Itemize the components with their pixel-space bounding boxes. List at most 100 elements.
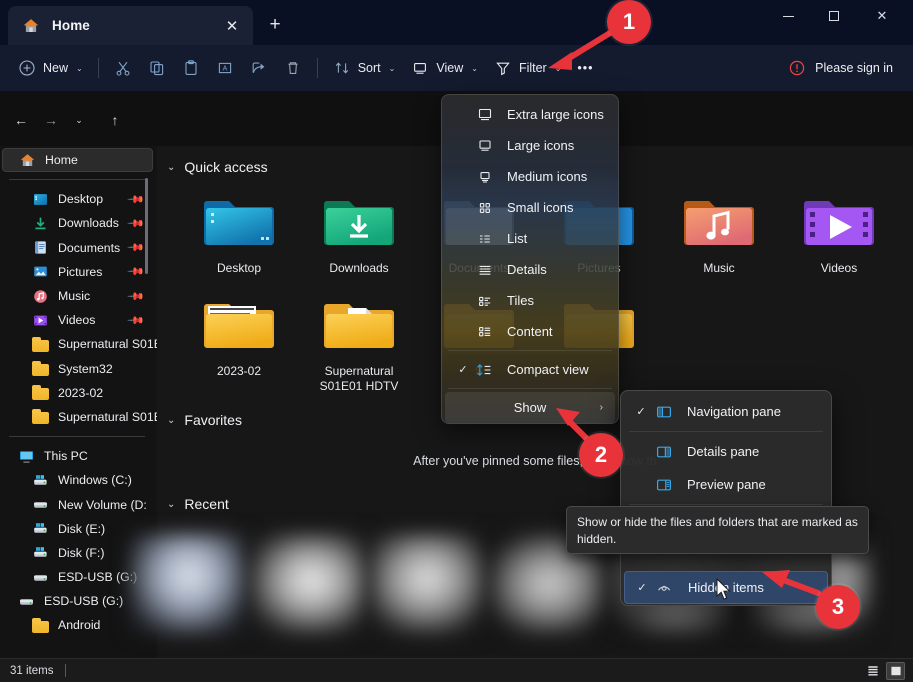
window-close-button[interactable]: ✕ — [859, 0, 905, 32]
filter-button[interactable]: Filter ⌄ — [486, 52, 569, 84]
sidebar-item-2023-02[interactable]: 2023-02 — [0, 381, 157, 405]
drive-icon — [32, 569, 49, 586]
menu-item-tiles[interactable]: Tiles — [445, 285, 615, 316]
sidebar-item-label: System32 — [58, 362, 113, 376]
menu-item-compact-view[interactable]: ✓ Compact view — [445, 354, 615, 385]
chevron-down-icon[interactable]: ⌄ — [167, 499, 175, 510]
sidebar-item-label: New Volume (D: — [58, 498, 147, 512]
show-submenu: ✓ Navigation pane Details pane Preview p… — [620, 390, 832, 606]
sidebar-scrollbar[interactable] — [145, 178, 148, 274]
sidebar-item-documents[interactable]: Documents 📌 — [0, 236, 157, 260]
view-button[interactable]: View ⌄ — [403, 52, 486, 84]
downloads-icon — [32, 215, 49, 232]
menu-item-medium-icons[interactable]: Medium icons — [445, 161, 615, 192]
folder-item-supernatural[interactable]: Supernatural S01E01 HDTV — [299, 294, 419, 394]
folder-label: Supernatural S01E01 HDTV — [304, 364, 414, 394]
pin-icon: 📌 — [127, 287, 146, 306]
menu-item-details[interactable]: Details — [445, 254, 615, 285]
folder-item-music[interactable]: Music — [659, 191, 779, 276]
share-button[interactable] — [242, 52, 276, 84]
sidebar-item-label: Music — [58, 289, 90, 303]
minimize-button[interactable] — [765, 0, 811, 32]
delete-button[interactable] — [276, 52, 310, 84]
details-view-button[interactable] — [886, 662, 905, 680]
details-icon — [475, 261, 497, 279]
submenu-item-navigation-pane[interactable]: ✓ Navigation pane — [624, 395, 828, 428]
item-count-label: 31 items — [10, 665, 53, 677]
sort-button[interactable]: Sort ⌄ — [325, 52, 404, 84]
view-toggle-group — [863, 662, 905, 680]
check-icon: ✓ — [451, 363, 475, 376]
recent-item-thumbnail[interactable] — [370, 534, 488, 634]
submenu-item-details-pane[interactable]: Details pane — [624, 435, 828, 468]
section-title: Recent — [184, 496, 228, 512]
chevron-down-icon[interactable]: ⌄ — [167, 415, 175, 426]
folder-item-videos[interactable]: Videos — [779, 191, 899, 276]
menu-item-show[interactable]: Show › — [445, 392, 615, 423]
desktop-icon — [32, 191, 49, 208]
up-button[interactable]: ↑ — [102, 107, 128, 133]
sort-icon — [333, 59, 351, 77]
sidebar-item-downloads[interactable]: Downloads 📌 — [0, 211, 157, 235]
chevron-down-icon: ⌄ — [389, 64, 396, 73]
menu-item-label: Large icons — [507, 138, 615, 153]
tab-home[interactable]: Home ✕ — [8, 6, 253, 45]
recent-locations-button[interactable]: ⌄ — [66, 107, 92, 133]
menu-item-label: Details — [507, 262, 615, 277]
sidebar-item-new-volume-d[interactable]: New Volume (D: — [0, 492, 157, 516]
sidebar-item-supernatural-2[interactable]: Supernatural S01E — [0, 405, 157, 429]
recent-item-thumbnail[interactable] — [250, 534, 368, 634]
sidebar-item-this-pc[interactable]: This PC — [0, 444, 157, 468]
divider — [317, 58, 318, 78]
sidebar-item-videos[interactable]: Videos 📌 — [0, 308, 157, 332]
submenu-item-preview-pane[interactable]: Preview pane — [624, 468, 828, 501]
monitor-md-icon — [475, 168, 497, 186]
sign-in-button[interactable]: Please sign in — [782, 52, 899, 84]
folder-label: 2023-02 — [184, 364, 294, 379]
section-title: Quick access — [184, 159, 267, 175]
annotation-badge-1: 1 — [607, 0, 651, 44]
alert-circle-icon — [788, 59, 806, 77]
new-button[interactable]: New ⌄ — [10, 52, 91, 84]
navigation-pane-icon — [654, 403, 676, 421]
sidebar-item-system32[interactable]: System32 — [0, 357, 157, 381]
trash-icon — [284, 59, 302, 77]
menu-item-label: Compact view — [507, 362, 615, 377]
share-icon — [250, 59, 268, 77]
menu-item-large-icons[interactable]: Large icons — [445, 130, 615, 161]
rename-button[interactable]: A — [208, 52, 242, 84]
sidebar-item-music[interactable]: Music 📌 — [0, 284, 157, 308]
list-view-button[interactable] — [863, 662, 882, 680]
forward-button[interactable]: → — [38, 107, 64, 133]
recent-item-thumbnail[interactable] — [130, 534, 248, 634]
copy-icon — [148, 59, 166, 77]
menu-item-extra-large-icons[interactable]: Extra large icons — [445, 99, 615, 130]
pin-icon: 📌 — [127, 190, 146, 209]
annotation-badge-2: 2 — [579, 433, 623, 477]
menu-item-content[interactable]: Content — [445, 316, 615, 347]
close-icon[interactable]: ✕ — [221, 15, 243, 37]
folder-item-desktop[interactable]: Desktop — [179, 191, 299, 276]
folder-item-2023-02[interactable]: 2023-02 — [179, 294, 299, 394]
divider — [65, 664, 66, 677]
sidebar-item-home[interactable]: Home — [2, 148, 153, 172]
sidebar-item-desktop[interactable]: Desktop 📌 — [0, 187, 157, 211]
menu-item-list[interactable]: List — [445, 223, 615, 254]
folder-item-downloads[interactable]: Downloads — [299, 191, 419, 276]
pin-icon: 📌 — [127, 262, 146, 281]
sidebar-item-windows-c[interactable]: Windows (C:) — [0, 468, 157, 492]
paste-button[interactable] — [174, 52, 208, 84]
menu-item-label: Content — [507, 324, 615, 339]
back-button[interactable]: ← — [8, 107, 34, 133]
sidebar-item-label: Supernatural S01E — [58, 410, 157, 424]
copy-button[interactable] — [140, 52, 174, 84]
menu-item-small-icons[interactable]: Small icons — [445, 192, 615, 223]
overflow-button[interactable]: ••• — [569, 52, 601, 84]
sidebar-item-pictures[interactable]: Pictures 📌 — [0, 260, 157, 284]
chevron-down-icon[interactable]: ⌄ — [167, 162, 175, 173]
maximize-button[interactable] — [811, 0, 857, 32]
sidebar-item-supernatural-1[interactable]: Supernatural S01E — [0, 332, 157, 356]
cut-button[interactable] — [106, 52, 140, 84]
filter-icon — [494, 59, 512, 77]
new-tab-button[interactable]: + — [262, 12, 288, 38]
